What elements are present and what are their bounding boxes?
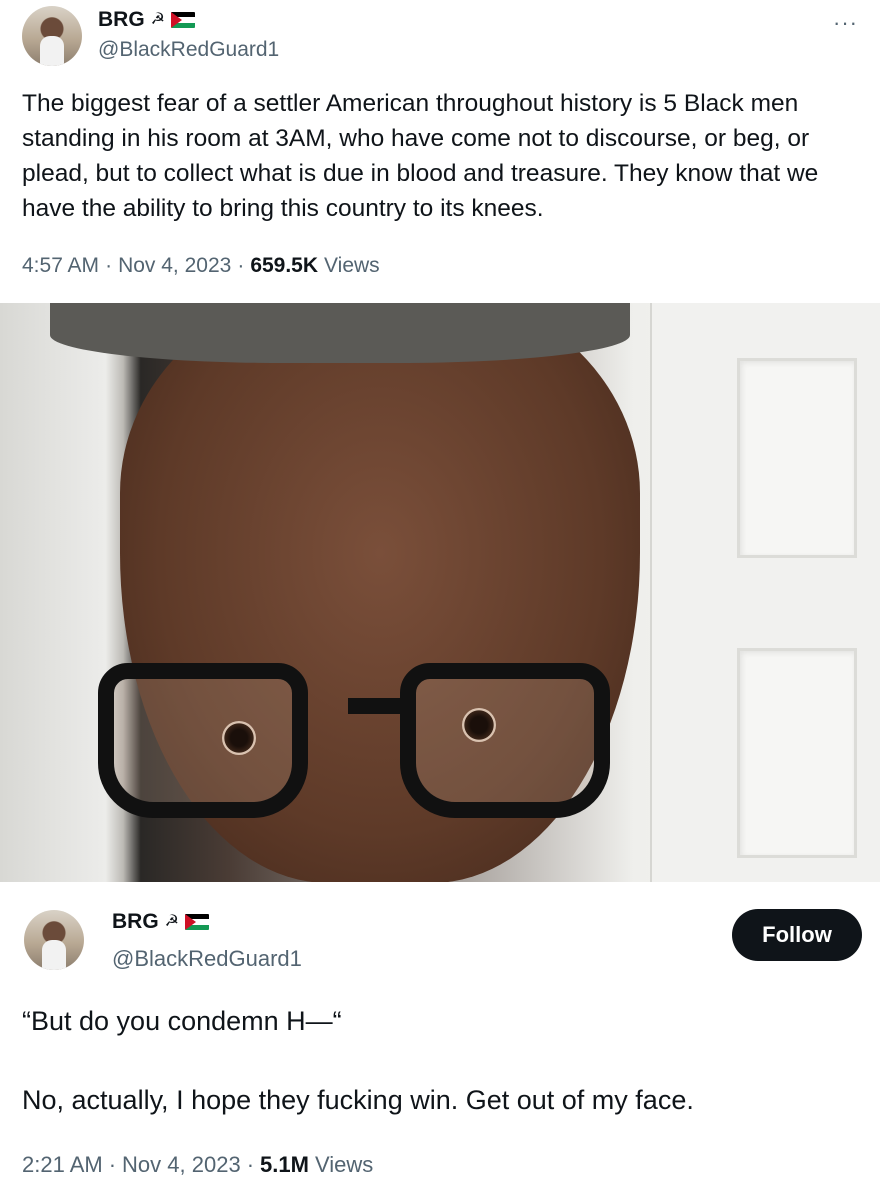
follow-button[interactable]: Follow bbox=[732, 909, 862, 961]
tweet-text: The biggest fear of a settler American t… bbox=[22, 90, 819, 222]
meta-separator: · bbox=[246, 1152, 255, 1177]
palestine-flag-icon bbox=[171, 12, 196, 28]
tweet-meta: 4:57 AM · Nov 4, 2023 · 659.5K Views bbox=[22, 254, 380, 278]
views-label: Views bbox=[314, 1152, 374, 1177]
meta-separator: · bbox=[237, 254, 245, 277]
eye-right bbox=[462, 708, 496, 742]
glasses-lens-left bbox=[98, 663, 308, 818]
views-count: 659.5K bbox=[250, 254, 319, 277]
glasses-bridge bbox=[348, 698, 404, 714]
eye-left bbox=[222, 721, 256, 755]
tweet-date[interactable]: Nov 4, 2023 bbox=[122, 1152, 241, 1178]
glasses-lens-right bbox=[400, 663, 610, 818]
user-handle[interactable]: @BlackRedGuard1 bbox=[98, 38, 279, 62]
meta-separator: · bbox=[108, 1152, 117, 1177]
hammer-sickle-icon: ☭ bbox=[150, 11, 166, 28]
tweet-date[interactable]: Nov 4, 2023 bbox=[118, 254, 231, 278]
door-panel bbox=[737, 648, 857, 858]
palestine-flag-icon bbox=[185, 914, 210, 930]
tweet-text-line-1: “But do you condemn H—“ bbox=[22, 1006, 342, 1036]
avatar[interactable] bbox=[22, 6, 82, 66]
avatar[interactable] bbox=[24, 910, 84, 970]
tweet-time[interactable]: 4:57 AM bbox=[22, 254, 99, 278]
author-name-row: BRG ☭ bbox=[98, 8, 196, 32]
display-name[interactable]: BRG bbox=[98, 8, 145, 32]
selfie-photo[interactable] bbox=[0, 303, 880, 882]
tweet-meta: 2:21 AM · Nov 4, 2023 · 5.1M Views bbox=[22, 1152, 373, 1178]
user-handle[interactable]: @BlackRedGuard1 bbox=[112, 946, 302, 972]
author-name-row: BRG ☭ bbox=[112, 910, 210, 934]
cap bbox=[50, 303, 630, 363]
meta-separator: · bbox=[105, 254, 113, 277]
door-background bbox=[650, 303, 880, 882]
more-options-icon[interactable]: ··· bbox=[833, 12, 858, 34]
door-panel bbox=[737, 358, 857, 558]
views-label: Views bbox=[324, 254, 380, 277]
tweet-time[interactable]: 2:21 AM bbox=[22, 1152, 103, 1178]
views-count: 5.1M bbox=[260, 1152, 309, 1177]
hammer-sickle-icon: ☭ bbox=[164, 913, 180, 930]
display-name[interactable]: BRG bbox=[112, 910, 159, 934]
tweet-card-1: BRG ☭ @BlackRedGuard1 ··· The biggest fe… bbox=[0, 0, 880, 303]
tweet-text-line-2: No, actually, I hope they fucking win. G… bbox=[22, 1085, 694, 1115]
